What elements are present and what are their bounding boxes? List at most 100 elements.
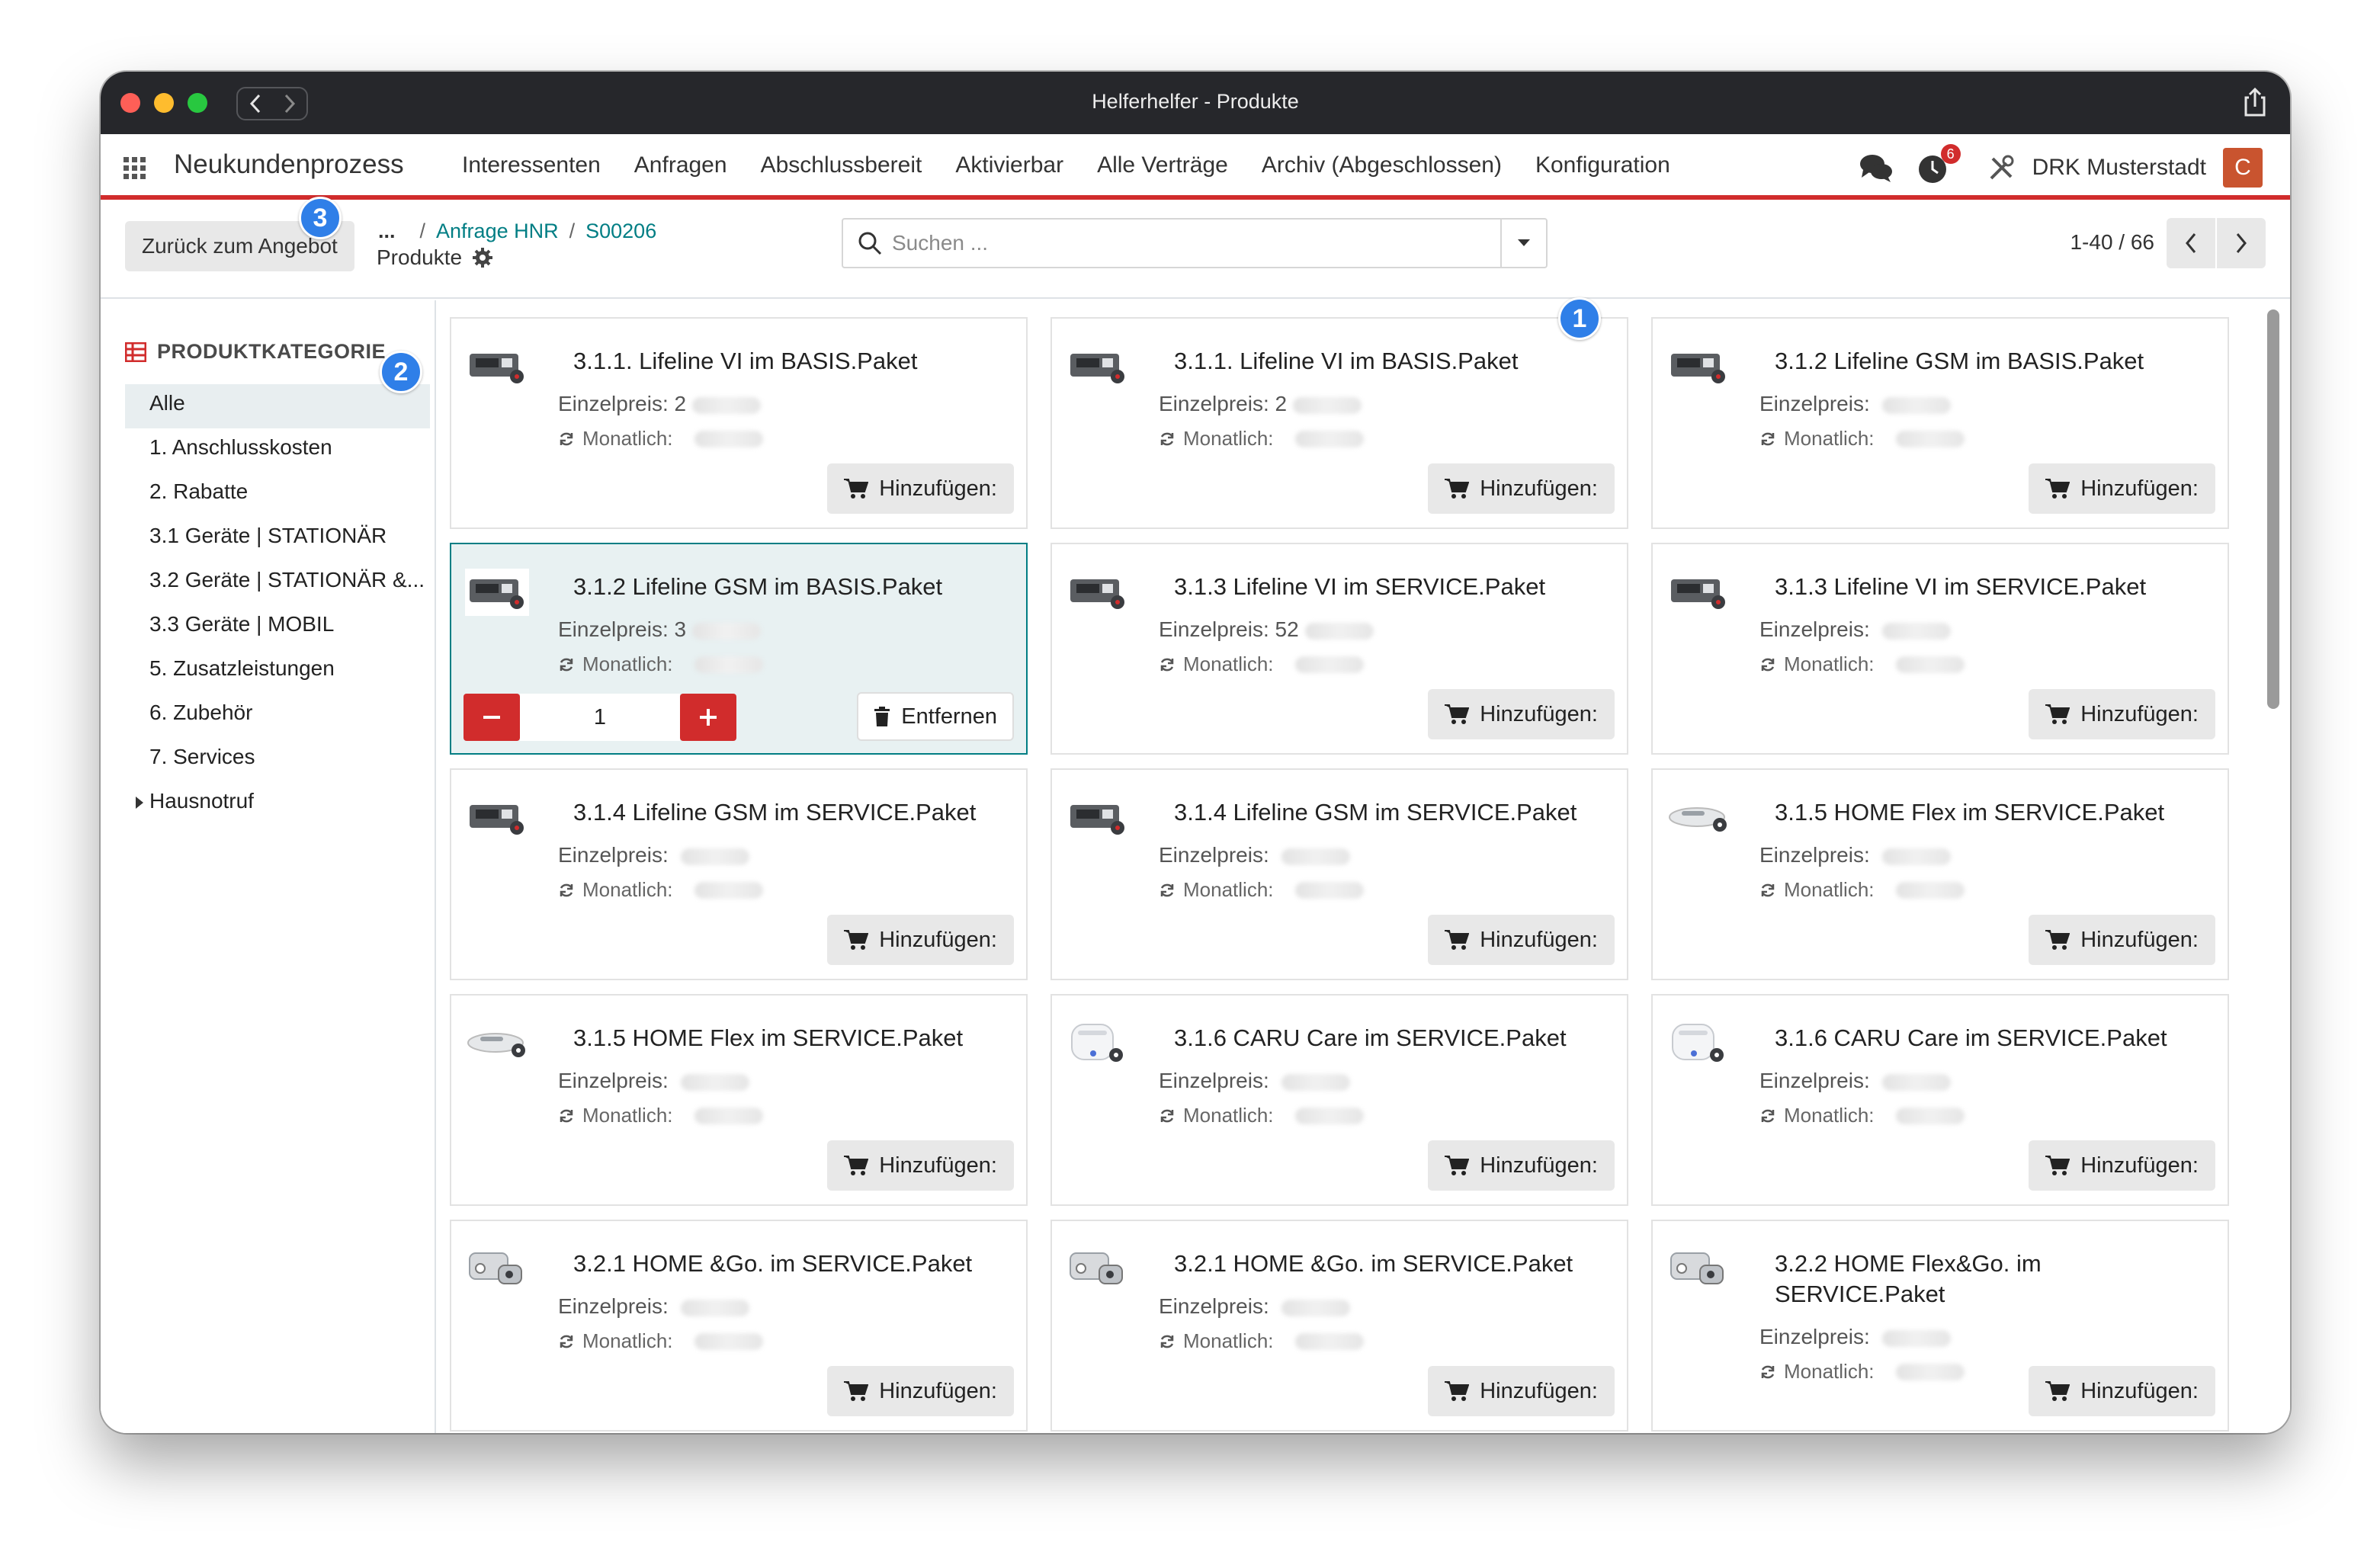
product-card[interactable]: 3.2.1 HOME &Go. im SERVICE.Paket Einzelpr… <box>450 1220 1028 1432</box>
search-input[interactable]: Suchen ... <box>892 231 1500 255</box>
add-button[interactable]: Hinzufügen: <box>1428 1140 1615 1191</box>
product-card[interactable]: 3.1.2 Lifeline GSM im BASIS.Paket Einzelp… <box>1651 317 2229 529</box>
redacted-value <box>680 1073 749 1091</box>
activity-badge: 6 <box>1940 144 1961 164</box>
product-unit-price: Einzelpreis: 2 <box>1159 392 1362 416</box>
menu-item-abschlussbereit[interactable]: Abschlussbereit <box>761 152 922 178</box>
product-card[interactable]: 3.1.2 Lifeline GSM im BASIS.Paket Einzelp… <box>450 543 1028 755</box>
caret-down-icon <box>1518 239 1530 246</box>
add-button[interactable]: Hinzufügen: <box>1428 463 1615 514</box>
unit-price-label: Einzelpreis: <box>1759 1325 1870 1348</box>
menu-item-alle-vertraege[interactable]: Alle Verträge <box>1097 152 1228 178</box>
product-card[interactable]: 3.1.4 Lifeline GSM im SERVICE.Paket Einze… <box>1050 768 1628 980</box>
breadcrumb: ... / Anfrage HNR / S00206 <box>378 220 657 242</box>
add-label: Hinzufügen: <box>2080 1378 2199 1403</box>
category-item-geraete-stationaer-mobil[interactable]: 3.2 Geräte | STATIONÄR &... <box>125 561 430 605</box>
cart-icon <box>1445 930 1470 950</box>
add-button[interactable]: Hinzufügen: <box>2029 1366 2215 1416</box>
scrollbar-thumb[interactable] <box>2267 309 2279 709</box>
product-image <box>1666 343 1730 390</box>
pager-value[interactable]: 1-40 / 66 <box>2070 230 2154 255</box>
unit-price-label: Einzelpreis: <box>1159 843 1269 867</box>
add-label: Hinzufügen: <box>2080 927 2199 952</box>
add-button[interactable]: Hinzufügen: <box>827 1366 1014 1416</box>
add-button[interactable]: Hinzufügen: <box>827 463 1014 514</box>
product-card[interactable]: 3.1.5 HOME Flex im SERVICE.Paket Einzelpr… <box>1651 768 2229 980</box>
unit-price-label: Einzelpreis: <box>558 392 669 415</box>
add-button[interactable]: Hinzufügen: <box>2029 689 2215 739</box>
add-button[interactable]: Hinzufügen: <box>827 915 1014 965</box>
menu-item-aktivierbar[interactable]: Aktivierbar <box>955 152 1063 178</box>
product-card[interactable]: 3.2.1 HOME &Go. im SERVICE.Paket Einzelpr… <box>1050 1220 1628 1432</box>
category-item-services[interactable]: 7. Services <box>125 738 430 782</box>
gear-icon[interactable] <box>473 248 493 268</box>
refresh-icon <box>1761 883 1775 896</box>
monthly-label: Monatlich: <box>1183 1104 1274 1127</box>
monthly-label: Monatlich: <box>582 427 673 450</box>
product-unit-price: Einzelpreis: <box>1759 843 1951 867</box>
monthly-label: Monatlich: <box>1784 878 1875 901</box>
category-item-anschlusskosten[interactable]: 1. Anschlusskosten <box>125 428 430 473</box>
product-card[interactable]: 3.1.3 Lifeline VI im SERVICE.Paket Einzel… <box>1050 543 1628 755</box>
quantity-value[interactable]: 1 <box>520 694 680 741</box>
menu-item-konfiguration[interactable]: Konfiguration <box>1535 152 1670 178</box>
pager-previous-button[interactable] <box>2167 218 2215 268</box>
product-card[interactable]: 3.1.6 CARU Care im SERVICE.Paket Einzelpr… <box>1651 994 2229 1206</box>
product-card[interactable]: 3.1.1. Lifeline VI im BASIS.Paket Einzelp… <box>1050 317 1628 529</box>
add-button[interactable]: Hinzufügen: <box>827 1140 1014 1191</box>
category-item-hausnotruf[interactable]: Hausnotruf <box>125 782 430 826</box>
redacted-value <box>694 881 763 899</box>
app-name[interactable]: Neukundenprozess <box>174 149 404 180</box>
monthly-label: Monatlich: <box>1784 1104 1875 1127</box>
add-label: Hinzufügen: <box>879 1153 997 1178</box>
category-item-alle[interactable]: Alle <box>125 384 430 428</box>
menu-item-anfragen[interactable]: Anfragen <box>634 152 727 178</box>
category-item-geraete-mobil[interactable]: 3.3 Geräte | MOBIL <box>125 605 430 649</box>
product-monthly-price: Monatlich: <box>1759 1104 1965 1127</box>
breadcrumb-anfrage[interactable]: Anfrage HNR <box>436 220 559 242</box>
breadcrumb-order[interactable]: S00206 <box>585 220 656 242</box>
product-card[interactable]: 3.1.6 CARU Care im SERVICE.Paket Einzelpr… <box>1050 994 1628 1206</box>
category-item-geraete-stationaer[interactable]: 3.1 Geräte | STATIONÄR <box>125 517 430 561</box>
chat-icon[interactable] <box>1859 150 1894 185</box>
add-button[interactable]: Hinzufügen: <box>1428 915 1615 965</box>
add-button[interactable]: Hinzufügen: <box>2029 1140 2215 1191</box>
add-button[interactable]: Hinzufügen: <box>1428 1366 1615 1416</box>
category-item-zubehoer[interactable]: 6. Zubehör <box>125 694 430 738</box>
increase-quantity-button[interactable] <box>680 694 736 741</box>
add-label: Hinzufügen: <box>1480 1378 1598 1403</box>
breadcrumb-more[interactable]: ... <box>378 220 396 242</box>
redacted-value <box>1895 1107 1965 1124</box>
vertical-scrollbar[interactable] <box>2267 305 2279 1433</box>
user-avatar[interactable]: C <box>2223 148 2263 188</box>
monthly-label: Monatlich: <box>1183 878 1274 901</box>
apps-grid-icon[interactable] <box>123 157 146 180</box>
add-label: Hinzufügen: <box>2080 701 2199 726</box>
pager-next-button[interactable] <box>2217 218 2266 268</box>
remove-button[interactable]: Entfernen <box>857 692 1014 741</box>
menu-item-archiv[interactable]: Archiv (Abgeschlossen) <box>1262 152 1502 178</box>
product-title: 3.2.2 HOME Flex&Go. im SERVICE.Paket <box>1775 1250 2042 1307</box>
category-list: Alle 1. Anschlusskosten 2. Rabatte 3.1 G… <box>125 384 430 826</box>
share-icon[interactable] <box>2237 84 2273 120</box>
product-card[interactable]: 3.1.4 Lifeline GSM im SERVICE.Paket Einze… <box>450 768 1028 980</box>
search-options-toggle[interactable] <box>1500 220 1546 267</box>
redacted-value <box>692 396 762 414</box>
product-card[interactable]: 3.2.2 HOME Flex&Go. im SERVICE.Paket Einz… <box>1651 1220 2229 1432</box>
category-item-zusatzleistungen[interactable]: 5. Zusatzleistungen <box>125 649 430 694</box>
remove-label: Entfernen <box>901 704 997 729</box>
add-button[interactable]: Hinzufügen: <box>2029 915 2215 965</box>
app-window: Helferhelfer - Produkte Neukundenprozess… <box>101 72 2290 1433</box>
category-item-rabatte[interactable]: 2. Rabatte <box>125 473 430 517</box>
tools-icon[interactable] <box>1987 152 2017 183</box>
add-label: Hinzufügen: <box>879 927 997 952</box>
product-card[interactable]: 3.1.1. Lifeline VI im BASIS.Paket Einzelp… <box>450 317 1028 529</box>
menu-item-interessenten[interactable]: Interessenten <box>462 152 601 178</box>
decrease-quantity-button[interactable] <box>463 694 520 741</box>
product-card[interactable]: 3.1.5 HOME Flex im SERVICE.Paket Einzelpr… <box>450 994 1028 1206</box>
add-button[interactable]: Hinzufügen: <box>2029 463 2215 514</box>
company-switcher[interactable]: DRK Musterstadt <box>2032 155 2206 181</box>
product-card[interactable]: 3.1.3 Lifeline VI im SERVICE.Paket Einzel… <box>1651 543 2229 755</box>
add-button[interactable]: Hinzufügen: <box>1428 689 1615 739</box>
activity-button[interactable]: 6 <box>1915 144 1961 185</box>
